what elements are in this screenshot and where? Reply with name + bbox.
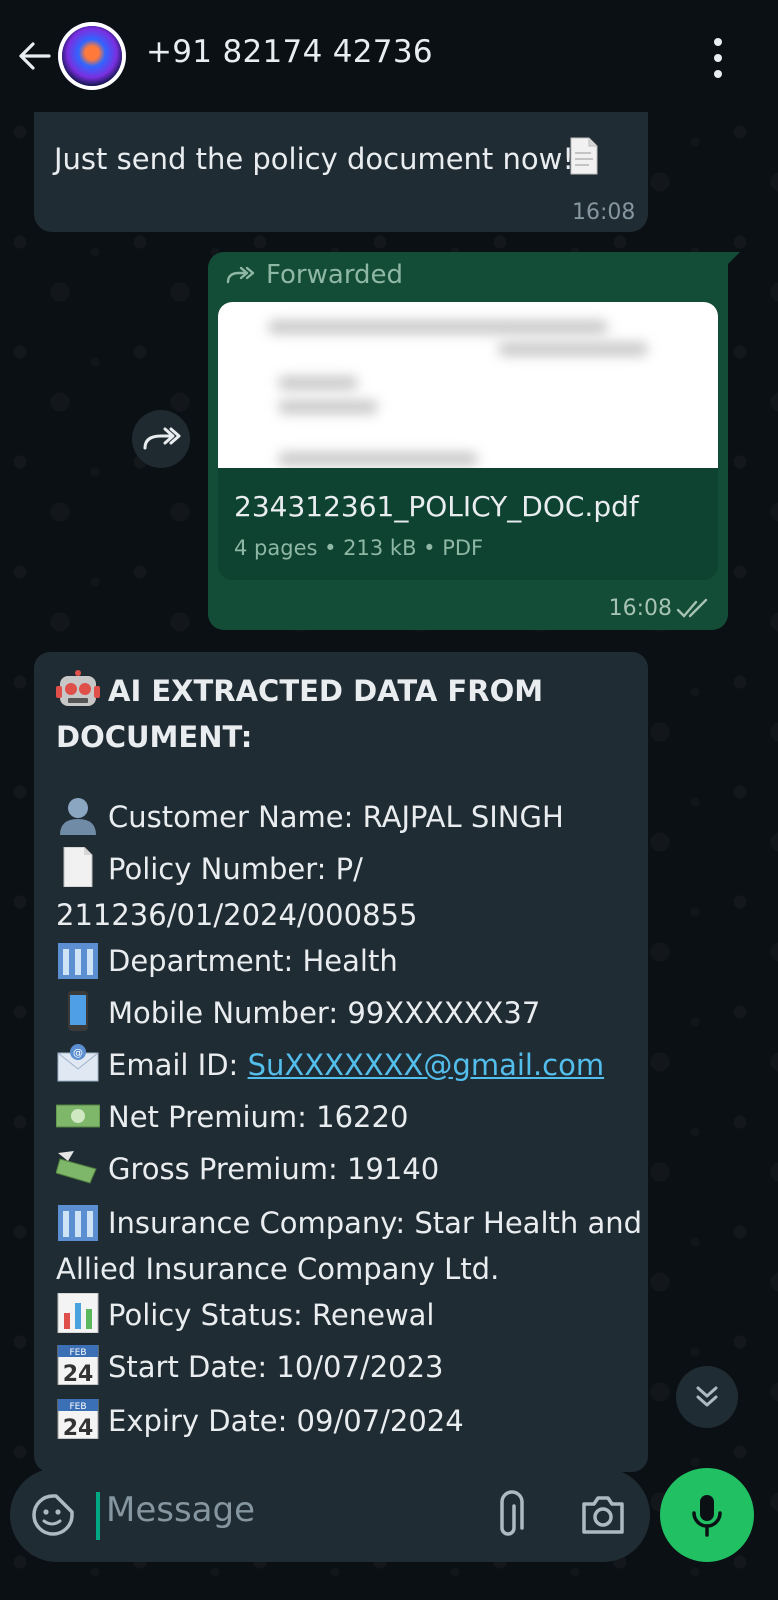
office-building-icon bbox=[58, 1205, 98, 1241]
field-insurance-company: Insurance Company: Star Health and bbox=[56, 1200, 642, 1246]
message-input[interactable]: Message bbox=[106, 1490, 255, 1530]
svg-text:@: @ bbox=[73, 1048, 83, 1059]
camera-icon[interactable] bbox=[580, 1492, 626, 1536]
forward-icon bbox=[143, 427, 181, 450]
message-time: 16:08 bbox=[608, 596, 672, 621]
text-caret bbox=[96, 1492, 100, 1540]
calendar-icon: FEB 24 bbox=[57, 1345, 99, 1385]
forward-shortcut-button[interactable] bbox=[132, 410, 190, 468]
message-text: Just send the policy document now! bbox=[54, 142, 574, 176]
field-policy-number-cont: 211236/01/2024/000855 bbox=[56, 898, 418, 932]
money-with-wings-icon bbox=[56, 1151, 97, 1184]
document-file-name: 234312361_POLICY_DOC.pdf bbox=[234, 490, 639, 523]
field-department: Department: Health bbox=[56, 938, 398, 984]
field-email: @ Email ID: SuXXXXXXX@gmail.com bbox=[56, 1042, 604, 1088]
field-gross-premium: Gross Premium: 19140 bbox=[56, 1146, 439, 1192]
ai-data-message-bubble[interactable]: AI EXTRACTED DATA FROM DOCUMENT: Custome… bbox=[34, 652, 648, 1472]
svg-text:FEB: FEB bbox=[69, 1348, 86, 1358]
microphone-button[interactable] bbox=[660, 1468, 754, 1562]
avatar[interactable] bbox=[58, 22, 126, 90]
double-chevron-down-icon bbox=[696, 1386, 718, 1407]
page-facing-up-icon bbox=[570, 137, 598, 175]
message-composer[interactable]: Message bbox=[10, 1468, 650, 1562]
dollar-banknote-icon bbox=[56, 1104, 100, 1128]
page-facing-up-icon bbox=[63, 847, 93, 887]
mobile-phone-icon bbox=[68, 991, 88, 1031]
forwarded-icon bbox=[226, 266, 255, 284]
field-customer-name: Customer Name: RAJPAL SINGH bbox=[56, 794, 564, 840]
ai-message-title: AI EXTRACTED DATA FROM DOCUMENT: bbox=[56, 668, 576, 760]
bar-chart-icon bbox=[57, 1293, 99, 1333]
field-expiry-date: FEB 24 Expiry Date: 09/07/2024 bbox=[56, 1398, 464, 1444]
svg-text:24: 24 bbox=[63, 1416, 94, 1439]
document-preview[interactable] bbox=[218, 302, 718, 468]
bust-in-silhouette-icon bbox=[60, 798, 96, 835]
field-net-premium: Net Premium: 16220 bbox=[56, 1094, 408, 1140]
robot-icon bbox=[56, 670, 100, 706]
field-policy-status: Policy Status: Renewal bbox=[56, 1292, 435, 1338]
svg-text:FEB: FEB bbox=[69, 1402, 86, 1412]
scroll-to-bottom-button[interactable] bbox=[676, 1366, 738, 1428]
chat-header: +91 82174 42736 bbox=[0, 0, 778, 112]
field-policy-number: Policy Number: P/ bbox=[56, 846, 363, 892]
more-vert-icon[interactable] bbox=[708, 38, 728, 78]
field-mobile-number: Mobile Number: 99XXXXXX37 bbox=[56, 990, 540, 1036]
forwarded-label: Forwarded bbox=[266, 260, 404, 290]
document-file-meta: 4 pages • 213 kB • PDF bbox=[234, 536, 484, 560]
contact-name[interactable]: +91 82174 42736 bbox=[146, 34, 433, 70]
forwarded-indicator: Forwarded bbox=[226, 260, 403, 290]
calendar-icon: FEB 24 bbox=[57, 1399, 99, 1439]
document-card[interactable]: 234312361_POLICY_DOC.pdf 4 pages • 213 k… bbox=[218, 302, 718, 580]
envelope-icon: @ bbox=[57, 1044, 99, 1082]
arrow-left-icon[interactable] bbox=[14, 36, 54, 76]
svg-text:24: 24 bbox=[63, 1362, 94, 1385]
double-tick-icon bbox=[676, 598, 708, 618]
message-time: 16:08 bbox=[572, 200, 636, 225]
microphone-icon bbox=[692, 1495, 722, 1537]
field-start-date: FEB 24 Start Date: 10/07/2023 bbox=[56, 1344, 444, 1390]
paperclip-icon[interactable] bbox=[494, 1490, 530, 1540]
outgoing-document-bubble[interactable]: Forwarded 234312361_POLICY_DOC.pdf 4 pag… bbox=[208, 252, 740, 630]
office-building-icon bbox=[58, 943, 98, 979]
sticker-smiley-icon[interactable] bbox=[30, 1492, 76, 1538]
field-insurance-company-cont: Allied Insurance Company Ltd. bbox=[56, 1252, 500, 1286]
email-link[interactable]: SuXXXXXXX@gmail.com bbox=[248, 1048, 605, 1082]
incoming-message-bubble[interactable]: Just send the policy document now! 16:08 bbox=[34, 112, 648, 232]
